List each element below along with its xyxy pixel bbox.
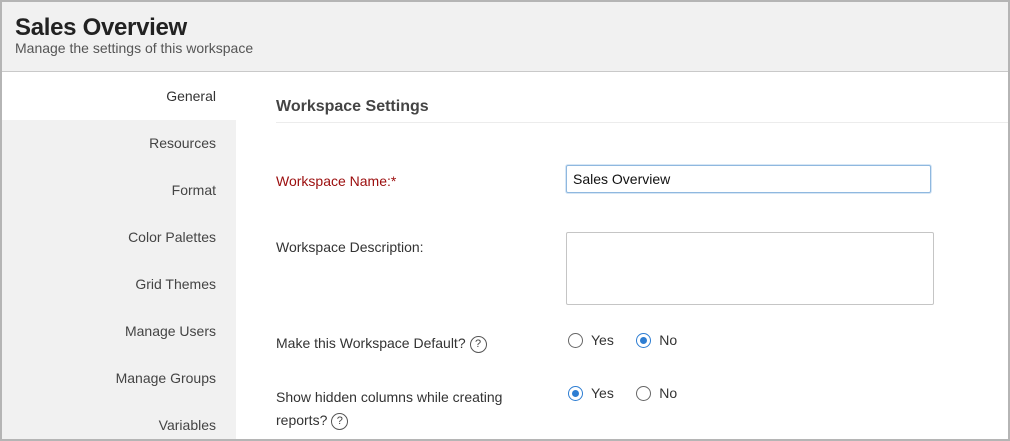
hidden-columns-label-line1: Show hidden columns while creating xyxy=(276,389,503,405)
settings-main: Workspace Settings Workspace Name:* Work… xyxy=(236,73,1008,439)
page-subtitle: Manage the settings of this workspace xyxy=(15,40,254,56)
page-title: Sales Overview xyxy=(15,14,187,41)
sidebar-item-resources[interactable]: Resources xyxy=(2,120,236,167)
radio-label-no: No xyxy=(659,385,678,401)
radio-unchecked-icon xyxy=(636,385,652,401)
default-workspace-no-radio[interactable]: No xyxy=(636,332,677,348)
section-divider xyxy=(276,122,1008,123)
sidebar-item-manage-users[interactable]: Manage Users xyxy=(2,308,236,355)
settings-window: Sales Overview Manage the settings of th… xyxy=(0,0,1010,441)
radio-checked-icon xyxy=(568,385,583,401)
default-workspace-label: Make this Workspace Default?? xyxy=(276,335,487,353)
radio-unchecked-icon xyxy=(568,332,583,348)
workspace-name-label: Workspace Name:* xyxy=(276,173,397,189)
section-title: Workspace Settings xyxy=(276,98,429,115)
sidebar-item-color-palettes[interactable]: Color Palettes xyxy=(2,214,236,261)
radio-checked-icon xyxy=(636,332,652,348)
default-workspace-radio-group: Yes No xyxy=(568,332,695,352)
hidden-columns-yes-radio[interactable]: Yes xyxy=(568,385,614,401)
workspace-description-input[interactable] xyxy=(566,232,934,305)
sidebar-item-general[interactable]: General xyxy=(2,73,236,120)
settings-sidebar: General Resources Format Color Palettes … xyxy=(2,73,236,439)
sidebar-item-variables[interactable]: Variables xyxy=(2,402,236,439)
help-icon[interactable]: ? xyxy=(331,412,349,430)
default-workspace-label-text: Make this Workspace Default? xyxy=(276,335,466,351)
radio-label-yes: Yes xyxy=(591,332,614,348)
hidden-columns-label-line2-row: reports?? xyxy=(276,409,502,432)
hidden-columns-radio-group: Yes No xyxy=(568,385,695,405)
hidden-columns-label: Show hidden columns while creating repor… xyxy=(276,386,502,432)
help-icon[interactable]: ? xyxy=(469,335,487,353)
page-header: Sales Overview Manage the settings of th… xyxy=(2,2,1008,72)
radio-label-yes: Yes xyxy=(591,385,614,401)
default-workspace-yes-radio[interactable]: Yes xyxy=(568,332,614,348)
radio-label-no: No xyxy=(659,332,678,348)
hidden-columns-label-line2: reports? xyxy=(276,412,328,428)
sidebar-item-manage-groups[interactable]: Manage Groups xyxy=(2,355,236,402)
workspace-name-input[interactable] xyxy=(566,165,931,193)
sidebar-item-grid-themes[interactable]: Grid Themes xyxy=(2,261,236,308)
sidebar-item-format[interactable]: Format xyxy=(2,167,236,214)
hidden-columns-no-radio[interactable]: No xyxy=(636,385,677,401)
workspace-description-label: Workspace Description: xyxy=(276,239,424,255)
